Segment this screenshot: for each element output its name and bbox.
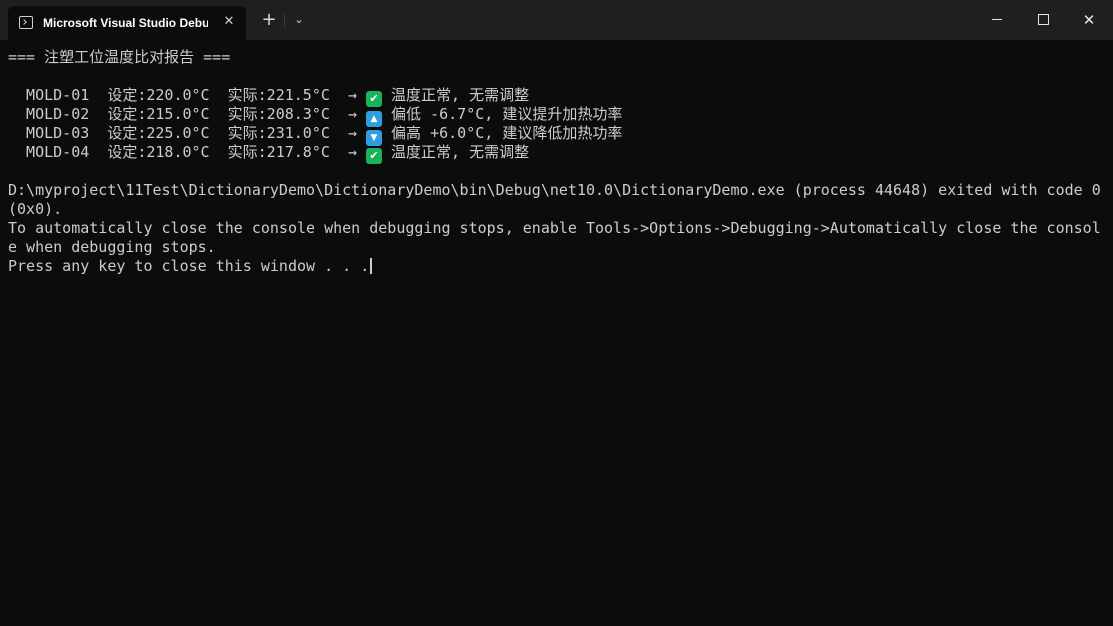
console-output[interactable]: === 注塑工位温度比对报告 === MOLD-01 设定:220.0°C 实际… [8,48,1106,618]
title-bar: Microsoft Visual Studio Debug Console ✕ … [0,0,1113,40]
dropdown-chevron-icon[interactable]: ⌄ [289,9,309,31]
press-key-prompt: Press any key to close this window . . . [8,257,1106,276]
new-tab-button[interactable]: + [259,9,279,31]
exit-message: D:\myproject\11Test\DictionaryDemo\Dicti… [8,181,1101,218]
maximize-button[interactable] [1020,0,1066,40]
mold-row: MOLD-01 设定:220.0°C 实际:221.5°C → ✔ 温度正常, … [8,86,1106,107]
check-mark-icon: ✔ [366,148,383,164]
text-cursor [370,258,373,274]
minimize-button[interactable] [974,0,1020,40]
tab-debug-console[interactable]: Microsoft Visual Studio Debug Console ✕ [8,6,246,40]
tab-close-icon[interactable]: ✕ [220,13,238,31]
mold-row: MOLD-03 设定:225.0°C 实际:231.0°C → ▼ 偏高 +6.… [8,124,1106,146]
mold-row-text: MOLD-03 设定:225.0°C 实际:231.0°C → [8,124,367,142]
mold-row-text: MOLD-01 设定:220.0°C 实际:221.5°C → [8,86,367,104]
auto-close-hint: To automatically close the console when … [8,219,1101,256]
maximize-icon [1038,14,1049,25]
report-header: === 注塑工位温度比对报告 === [8,48,231,66]
mold-row-message: 偏低 -6.7°C, 建议提升加热功率 [382,105,623,123]
console-icon [19,16,33,29]
mold-row-message: 温度正常, 无需调整 [382,86,530,104]
minimize-icon [992,19,1002,20]
tab-divider [284,14,285,28]
mold-row: MOLD-04 设定:218.0°C 实际:217.8°C → ✔ 温度正常, … [8,143,1106,164]
mold-row-message: 温度正常, 无需调整 [382,143,530,161]
mold-row-text: MOLD-02 设定:215.0°C 实际:208.3°C → [8,105,367,123]
close-window-button[interactable]: ✕ [1066,0,1112,40]
mold-row-text: MOLD-04 设定:218.0°C 实际:217.8°C → [8,143,367,161]
mold-row: MOLD-02 设定:215.0°C 实际:208.3°C → ▲ 偏低 -6.… [8,105,1106,127]
press-key-text: Press any key to close this window . . . [8,257,370,275]
tab-title: Microsoft Visual Studio Debug Console [43,16,208,30]
mold-row-message: 偏高 +6.0°C, 建议降低加热功率 [382,124,623,142]
